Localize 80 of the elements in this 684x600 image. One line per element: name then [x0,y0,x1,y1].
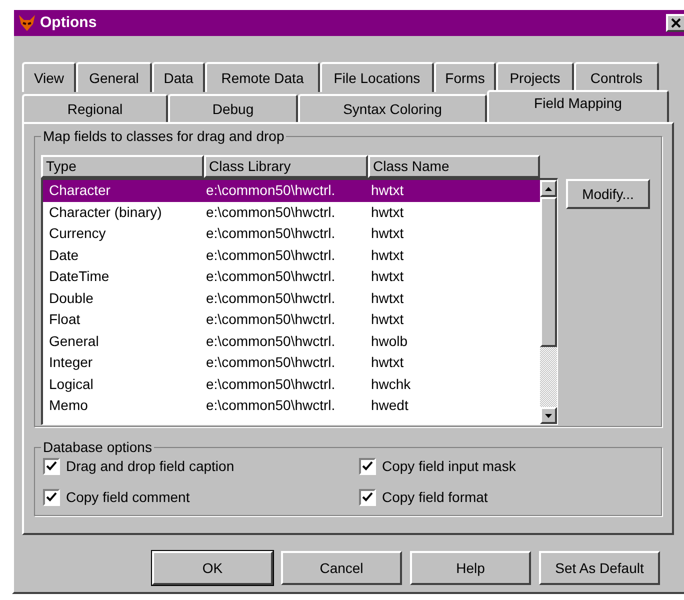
column-header[interactable]: Class Library [204,155,368,178]
table-cell-text: hwtxt [370,353,404,372]
tab[interactable]: View [22,62,76,92]
table-cell-text: hwtxt [370,267,404,286]
table-cell-text: Float [48,310,82,330]
dialog-button[interactable]: Cancel [281,551,402,585]
checkbox-label: Copy field format [382,488,488,507]
table-cell-text: hwtxt [370,246,404,265]
table-cell-text: e:\common50\hwctrl. [205,267,336,286]
tab[interactable]: Regional [22,94,168,122]
checkbox[interactable] [359,489,376,506]
scrollbar[interactable] [540,180,557,424]
table-cell-text: e:\common50\hwctrl. [205,332,336,351]
table-cell-text: e:\common50\hwctrl. [205,396,336,416]
table-cell-text: hwtxt [370,181,404,200]
table-cell-text: hwtxt [370,202,404,222]
table-cell-text: hwtxt [370,288,404,308]
table-cell-text: Character (binary) [48,202,163,222]
table-cell-text: hwchk [370,374,411,394]
checkbox[interactable] [43,489,60,506]
table-cell-text: Logical [48,374,94,394]
checkbox-label: Copy field comment [66,488,190,507]
table-cell-text: Memo [48,396,89,416]
list-row[interactable]: Logical e:\common50\hwctrl. hwchk [43,374,540,395]
dialog-button[interactable]: OK [152,551,273,585]
list-row[interactable]: Memo e:\common50\hwctrl. hwedt [43,395,540,416]
list-row[interactable]: Integer e:\common50\hwctrl. hwtxt [43,352,540,374]
table-cell-text: e:\common50\hwctrl. [205,353,336,372]
down-arrow-icon [545,414,552,418]
list-row[interactable]: Float e:\common50\hwctrl. hwtxt [43,309,540,330]
table-cell-text: Double [48,288,94,308]
tab[interactable]: Remote Data [205,62,320,92]
table-cell-text: Integer [48,353,94,372]
tab[interactable]: Debug [168,94,298,122]
table-cell-text: DateTime [48,267,110,286]
scroll-thumb[interactable] [540,197,557,347]
up-arrow-icon [545,186,552,190]
list-row[interactable]: Character (binary) e:\common50\hwctrl. hwtxt [43,202,540,223]
table-cell-text: e:\common50\hwctrl. [205,374,336,394]
tab[interactable]: Syntax Coloring [298,94,487,122]
column-header[interactable]: Type [41,155,204,178]
tab[interactable]: Forms [434,62,496,92]
modify-button[interactable]: Modify... [566,179,650,209]
checkbox[interactable] [43,458,60,474]
list-row[interactable]: Currency e:\common50\hwctrl. hwtxt [43,223,540,244]
table-cell-text: hwedt [370,396,408,416]
table-cell-text: hwolb [370,332,408,351]
close-icon [671,18,681,28]
tab[interactable]: Field Mapping [487,90,669,122]
table-cell-text: hwtxt [370,224,404,244]
checkbox[interactable] [359,458,376,474]
tab[interactable]: Data [152,62,205,92]
list-row[interactable]: Date e:\common50\hwctrl. hwtxt [43,244,540,266]
tab[interactable]: Projects [496,62,574,92]
list-row[interactable]: Double e:\common50\hwctrl. hwtxt [43,288,540,309]
table-cell-text: e:\common50\hwctrl. [205,181,336,200]
table-cell-text: e:\common50\hwctrl. [205,310,336,330]
checkbox-label: Drag and drop field caption [66,456,234,476]
fox-icon [18,14,36,32]
window-title: Options [40,12,98,33]
dialog-button[interactable]: Help [410,551,531,585]
table-cell-text: Date [48,246,80,265]
tab[interactable]: General [76,62,152,92]
list-row[interactable]: General e:\common50\hwctrl. hwolb [43,330,540,352]
table-cell-text: e:\common50\hwctrl. [205,224,336,244]
table-cell-text: General [48,332,100,351]
dialog-button[interactable]: Set As Default [539,551,660,585]
table-cell-text: hwtxt [370,310,404,330]
tab[interactable]: Controls [574,62,659,92]
table-cell-text: e:\common50\hwctrl. [205,202,336,222]
column-header[interactable]: Class Name [368,155,540,178]
table-cell-text: e:\common50\hwctrl. [205,288,336,308]
tab[interactable]: File Locations [320,62,434,92]
table-cell-text: e:\common50\hwctrl. [205,246,336,265]
table-cell-text: Character [48,181,112,200]
checkbox-label: Copy field input mask [382,456,516,476]
list-row[interactable]: DateTime e:\common50\hwctrl. hwtxt [43,266,540,288]
list-row[interactable]: Character e:\common50\hwctrl. hwtxt [43,180,540,202]
close-button[interactable] [666,14,684,32]
table-cell-text: Currency [48,224,107,244]
